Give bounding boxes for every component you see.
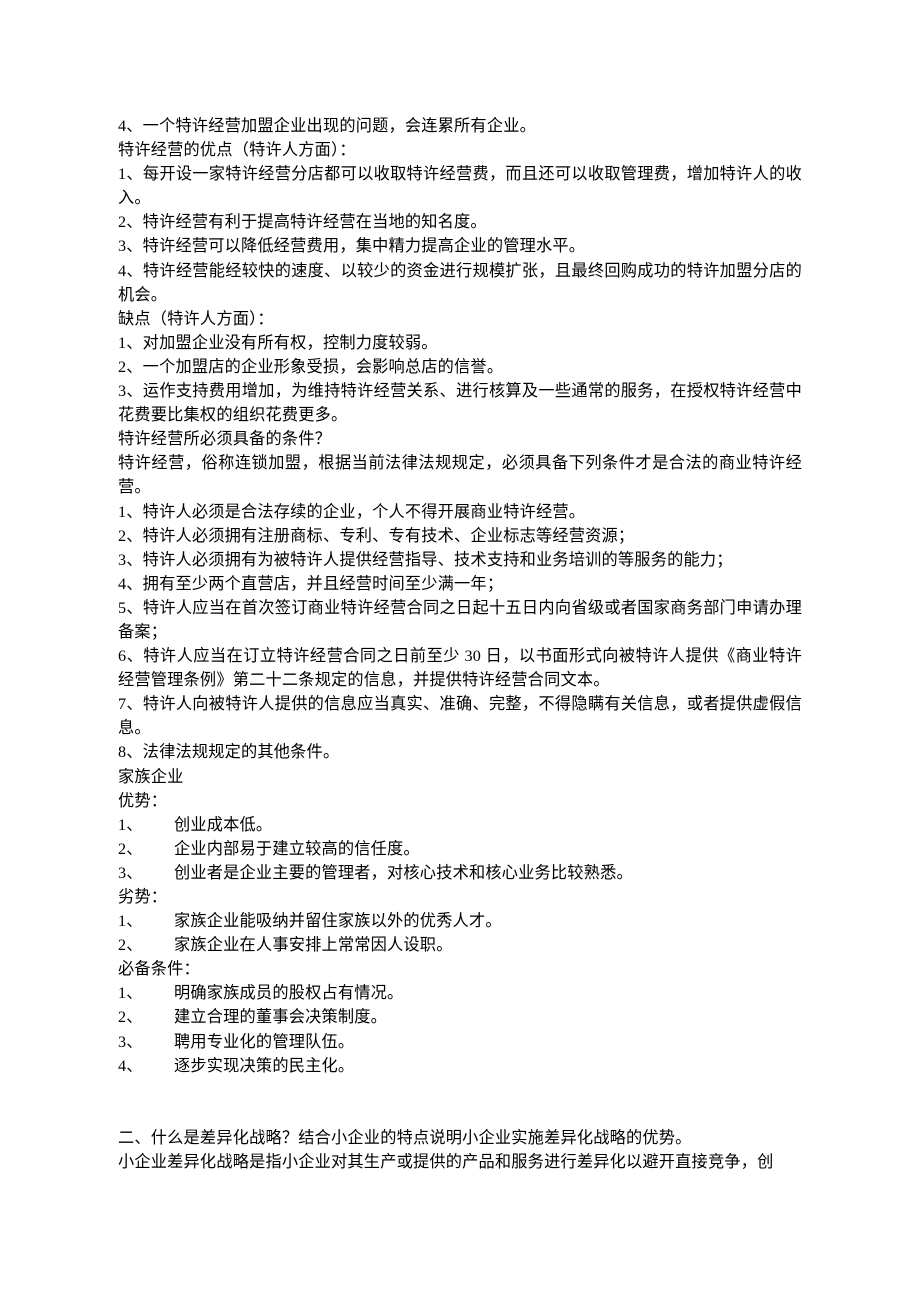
body-line: 2、一个加盟店的企业形象受损，会影响总店的信誉。	[118, 355, 802, 379]
body-line: 二、什么是差异化战略？结合小企业的特点说明小企业实施差异化战略的优势。	[118, 1126, 802, 1150]
body-line: 5、特许人应当在首次签订商业特许经营合同之日起十五日内向省级或者国家商务部门申请…	[118, 596, 802, 644]
body-line: 4、一个特许经营加盟企业出现的问题，会连累所有企业。	[118, 114, 802, 138]
list-item: 3、 创业者是企业主要的管理者，对核心技术和核心业务比较熟悉。	[118, 861, 802, 885]
body-line: 优势：	[118, 789, 802, 813]
body-line: 小企业差异化战略是指小企业对其生产或提供的产品和服务进行差异化以避开直接竞争，创	[118, 1150, 802, 1174]
body-line: 1、特许人必须是合法存续的企业，个人不得开展商业特许经营。	[118, 500, 802, 524]
body-line: 6、特许人应当在订立特许经营合同之日前至少 30 日，以书面形式向被特许人提供《…	[118, 644, 802, 692]
body-line: 4、特许经营能经较快的速度、以较少的资金进行规模扩张，且最终回购成功的特许加盟分…	[118, 259, 802, 307]
body-line: 8、法律法规规定的其他条件。	[118, 740, 802, 764]
body-line: 2、特许人必须拥有注册商标、专利、专有技术、企业标志等经营资源；	[118, 524, 802, 548]
document-page: 4、一个特许经营加盟企业出现的问题，会连累所有企业。 特许经营的优点（特许人方面…	[0, 0, 920, 1302]
list-text: 建立合理的董事会决策制度。	[174, 1005, 387, 1029]
list-text: 聘用专业化的管理队伍。	[174, 1030, 354, 1054]
blank-line	[118, 1102, 802, 1126]
list-item: 2、 家族企业在人事安排上常常因人设职。	[118, 933, 802, 957]
list-item: 3、 聘用专业化的管理队伍。	[118, 1030, 802, 1054]
body-line: 劣势：	[118, 885, 802, 909]
list-item: 1、 创业成本低。	[118, 813, 802, 837]
list-text: 企业内部易于建立较高的信任度。	[174, 837, 420, 861]
body-line: 1、每开设一家特许经营分店都可以收取特许经营费，而且还可以收取管理费，增加特许人…	[118, 162, 802, 210]
body-line: 3、运作支持费用增加，为维持特许经营关系、进行核算及一些通常的服务，在授权特许经…	[118, 379, 802, 427]
list-item: 2、 建立合理的董事会决策制度。	[118, 1005, 802, 1029]
body-line: 必备条件：	[118, 957, 802, 981]
body-line: 3、特许人必须拥有为被特许人提供经营指导、技术支持和业务培训的等服务的能力；	[118, 548, 802, 572]
list-number: 1、	[118, 981, 174, 1005]
list-text: 创业成本低。	[174, 813, 272, 837]
body-line: 1、对加盟企业没有所有权，控制力度较弱。	[118, 331, 802, 355]
body-line: 家族企业	[118, 765, 802, 789]
list-number: 1、	[118, 813, 174, 837]
list-item: 4、 逐步实现决策的民主化。	[118, 1054, 802, 1078]
list-item: 2、 企业内部易于建立较高的信任度。	[118, 837, 802, 861]
list-text: 逐步实现决策的民主化。	[174, 1054, 354, 1078]
body-line: 2、特许经营有利于提高特许经营在当地的知名度。	[118, 210, 802, 234]
body-line: 特许经营的优点（特许人方面）：	[118, 138, 802, 162]
list-number: 3、	[118, 861, 174, 885]
list-number: 4、	[118, 1054, 174, 1078]
list-number: 2、	[118, 1005, 174, 1029]
body-line: 3、特许经营可以降低经营费用，集中精力提高企业的管理水平。	[118, 234, 802, 258]
blank-line	[118, 1078, 802, 1102]
list-text: 家族企业在人事安排上常常因人设职。	[174, 933, 453, 957]
list-item: 1、 明确家族成员的股权占有情况。	[118, 981, 802, 1005]
list-text: 明确家族成员的股权占有情况。	[174, 981, 403, 1005]
list-text: 创业者是企业主要的管理者，对核心技术和核心业务比较熟悉。	[174, 861, 633, 885]
body-line: 特许经营，俗称连锁加盟，根据当前法律法规规定，必须具备下列条件才是合法的商业特许…	[118, 451, 802, 499]
body-line: 4、拥有至少两个直营店，并且经营时间至少满一年；	[118, 572, 802, 596]
body-line: 缺点（特许人方面）：	[118, 307, 802, 331]
list-number: 3、	[118, 1030, 174, 1054]
list-number: 2、	[118, 933, 174, 957]
body-line: 特许经营所必须具备的条件？	[118, 427, 802, 451]
list-number: 2、	[118, 837, 174, 861]
list-item: 1、 家族企业能吸纳并留住家族以外的优秀人才。	[118, 909, 802, 933]
list-number: 1、	[118, 909, 174, 933]
list-text: 家族企业能吸纳并留住家族以外的优秀人才。	[174, 909, 502, 933]
body-line: 7、特许人向被特许人提供的信息应当真实、准确、完整，不得隐瞒有关信息，或者提供虚…	[118, 692, 802, 740]
